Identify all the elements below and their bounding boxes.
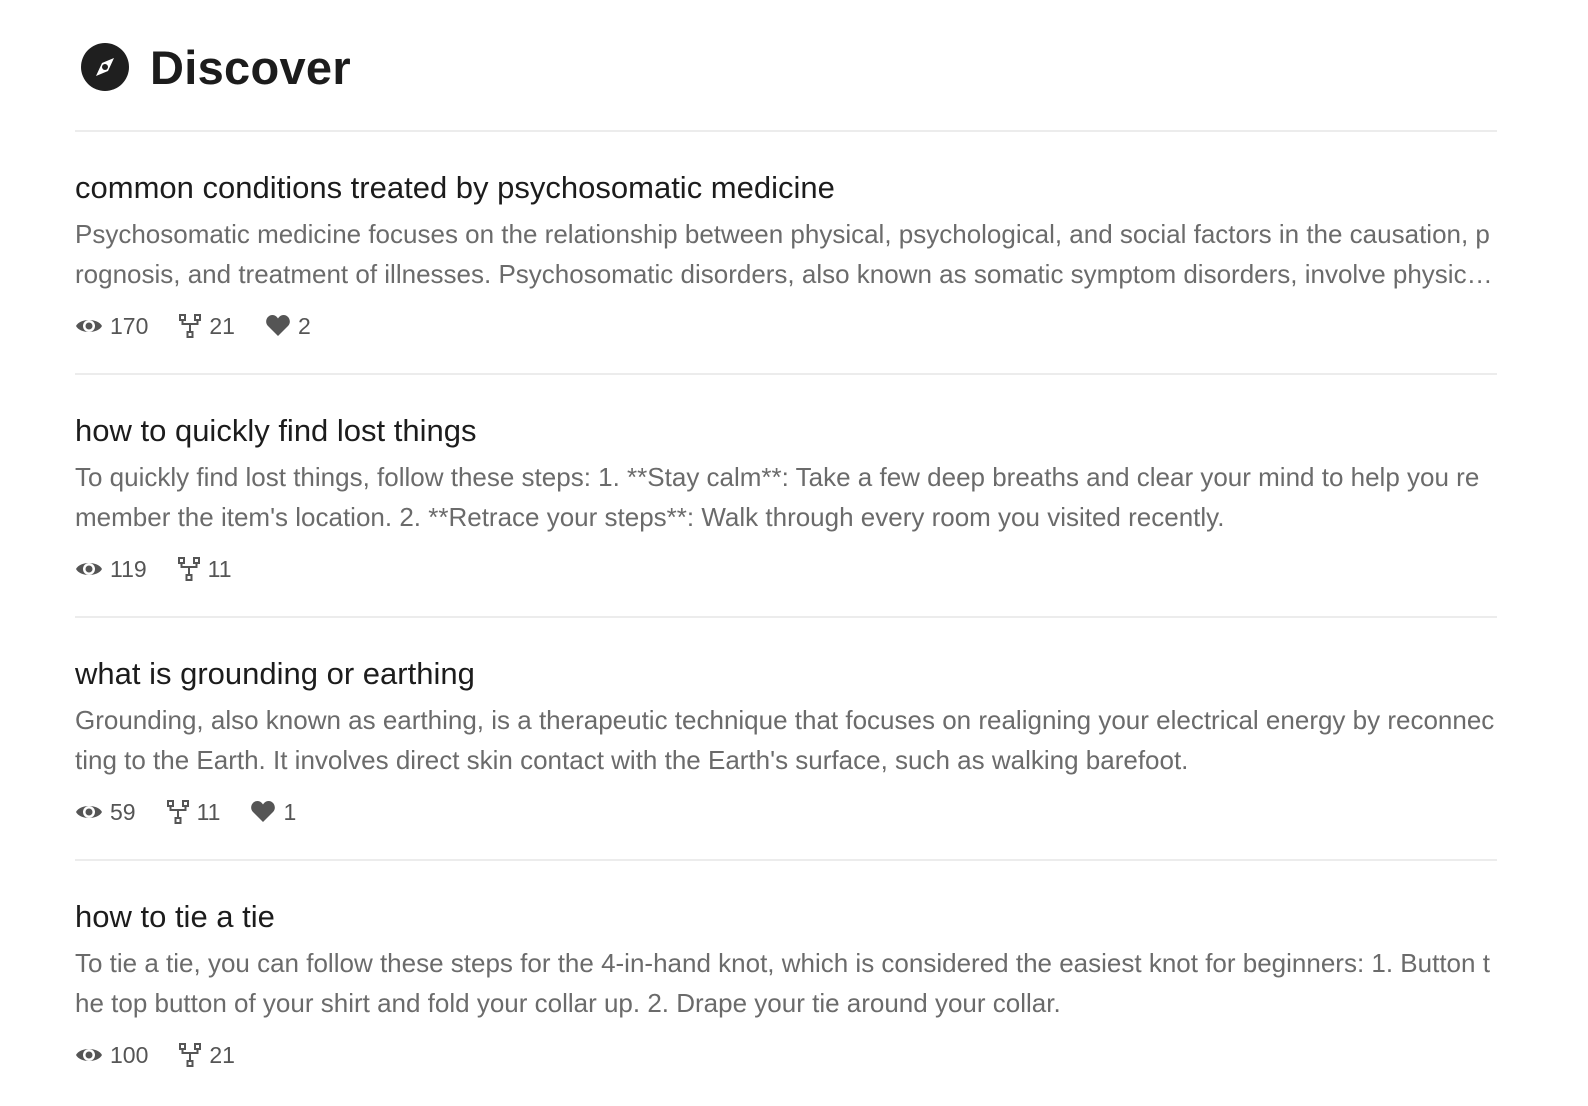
- forks-stat: 21: [178, 313, 235, 340]
- eye-icon: [76, 563, 102, 575]
- item-description: To tie a tie, you can follow these steps…: [75, 948, 1490, 1018]
- page-header: Discover: [75, 0, 1497, 132]
- heart-icon: [266, 315, 290, 336]
- discover-list: common conditions treated by psychosomat…: [75, 132, 1497, 1104]
- eye-icon: [76, 1049, 102, 1061]
- forks-count: 21: [209, 312, 235, 339]
- views-count: 59: [110, 798, 136, 825]
- compass-icon: [79, 41, 131, 93]
- discover-item[interactable]: what is grounding or earthing Grounding,…: [75, 618, 1497, 861]
- heart-icon: [251, 801, 276, 822]
- item-stats: 100 21: [75, 1039, 1497, 1071]
- fork-icon: [179, 1043, 202, 1067]
- views-stat: 119: [75, 556, 147, 583]
- item-description: Grounding, also known as earthing, is a …: [75, 705, 1495, 775]
- likes-count: 1: [283, 798, 297, 825]
- item-title[interactable]: common conditions treated by psychosomat…: [75, 168, 1497, 208]
- item-description: To quickly find lost things, follow thes…: [75, 462, 1480, 532]
- forks-stat: 11: [177, 556, 232, 583]
- views-count: 119: [110, 555, 147, 582]
- item-stats: 59 11 1: [75, 796, 1497, 828]
- forks-count: 21: [209, 1041, 235, 1068]
- item-title[interactable]: how to quickly find lost things: [75, 411, 1497, 451]
- forks-count: 11: [196, 798, 221, 825]
- forks-count: 11: [207, 555, 232, 582]
- item-stats: 119 11: [75, 553, 1497, 585]
- forks-stat: 21: [178, 1042, 235, 1069]
- eye-icon: [76, 320, 102, 332]
- page-title: Discover: [150, 40, 351, 94]
- views-stat: 100: [75, 1042, 148, 1069]
- fork-icon: [177, 557, 200, 581]
- fork-icon: [179, 314, 202, 338]
- views-count: 100: [110, 1041, 149, 1068]
- item-description: Psychosomatic medicine focuses on the re…: [75, 219, 1490, 289]
- likes-count: 2: [297, 312, 311, 339]
- likes-stat: 2: [265, 313, 311, 340]
- item-title[interactable]: how to tie a tie: [75, 897, 1497, 937]
- forks-stat: 11: [166, 798, 221, 826]
- fork-icon: [166, 800, 189, 824]
- views-count: 170: [110, 312, 149, 339]
- discover-item[interactable]: how to tie a tie To tie a tie, you can f…: [75, 861, 1497, 1104]
- likes-stat: 1: [250, 799, 296, 826]
- discover-item[interactable]: how to quickly find lost things To quick…: [75, 375, 1497, 618]
- discover-item[interactable]: common conditions treated by psychosomat…: [75, 132, 1497, 375]
- item-title[interactable]: what is grounding or earthing: [75, 654, 1497, 694]
- views-stat: 170: [75, 313, 148, 340]
- discover-page: Discover common conditions treated by ps…: [0, 0, 1588, 1106]
- views-stat: 59: [75, 799, 136, 826]
- item-stats: 170 21 2: [75, 310, 1497, 342]
- eye-icon: [76, 806, 102, 818]
